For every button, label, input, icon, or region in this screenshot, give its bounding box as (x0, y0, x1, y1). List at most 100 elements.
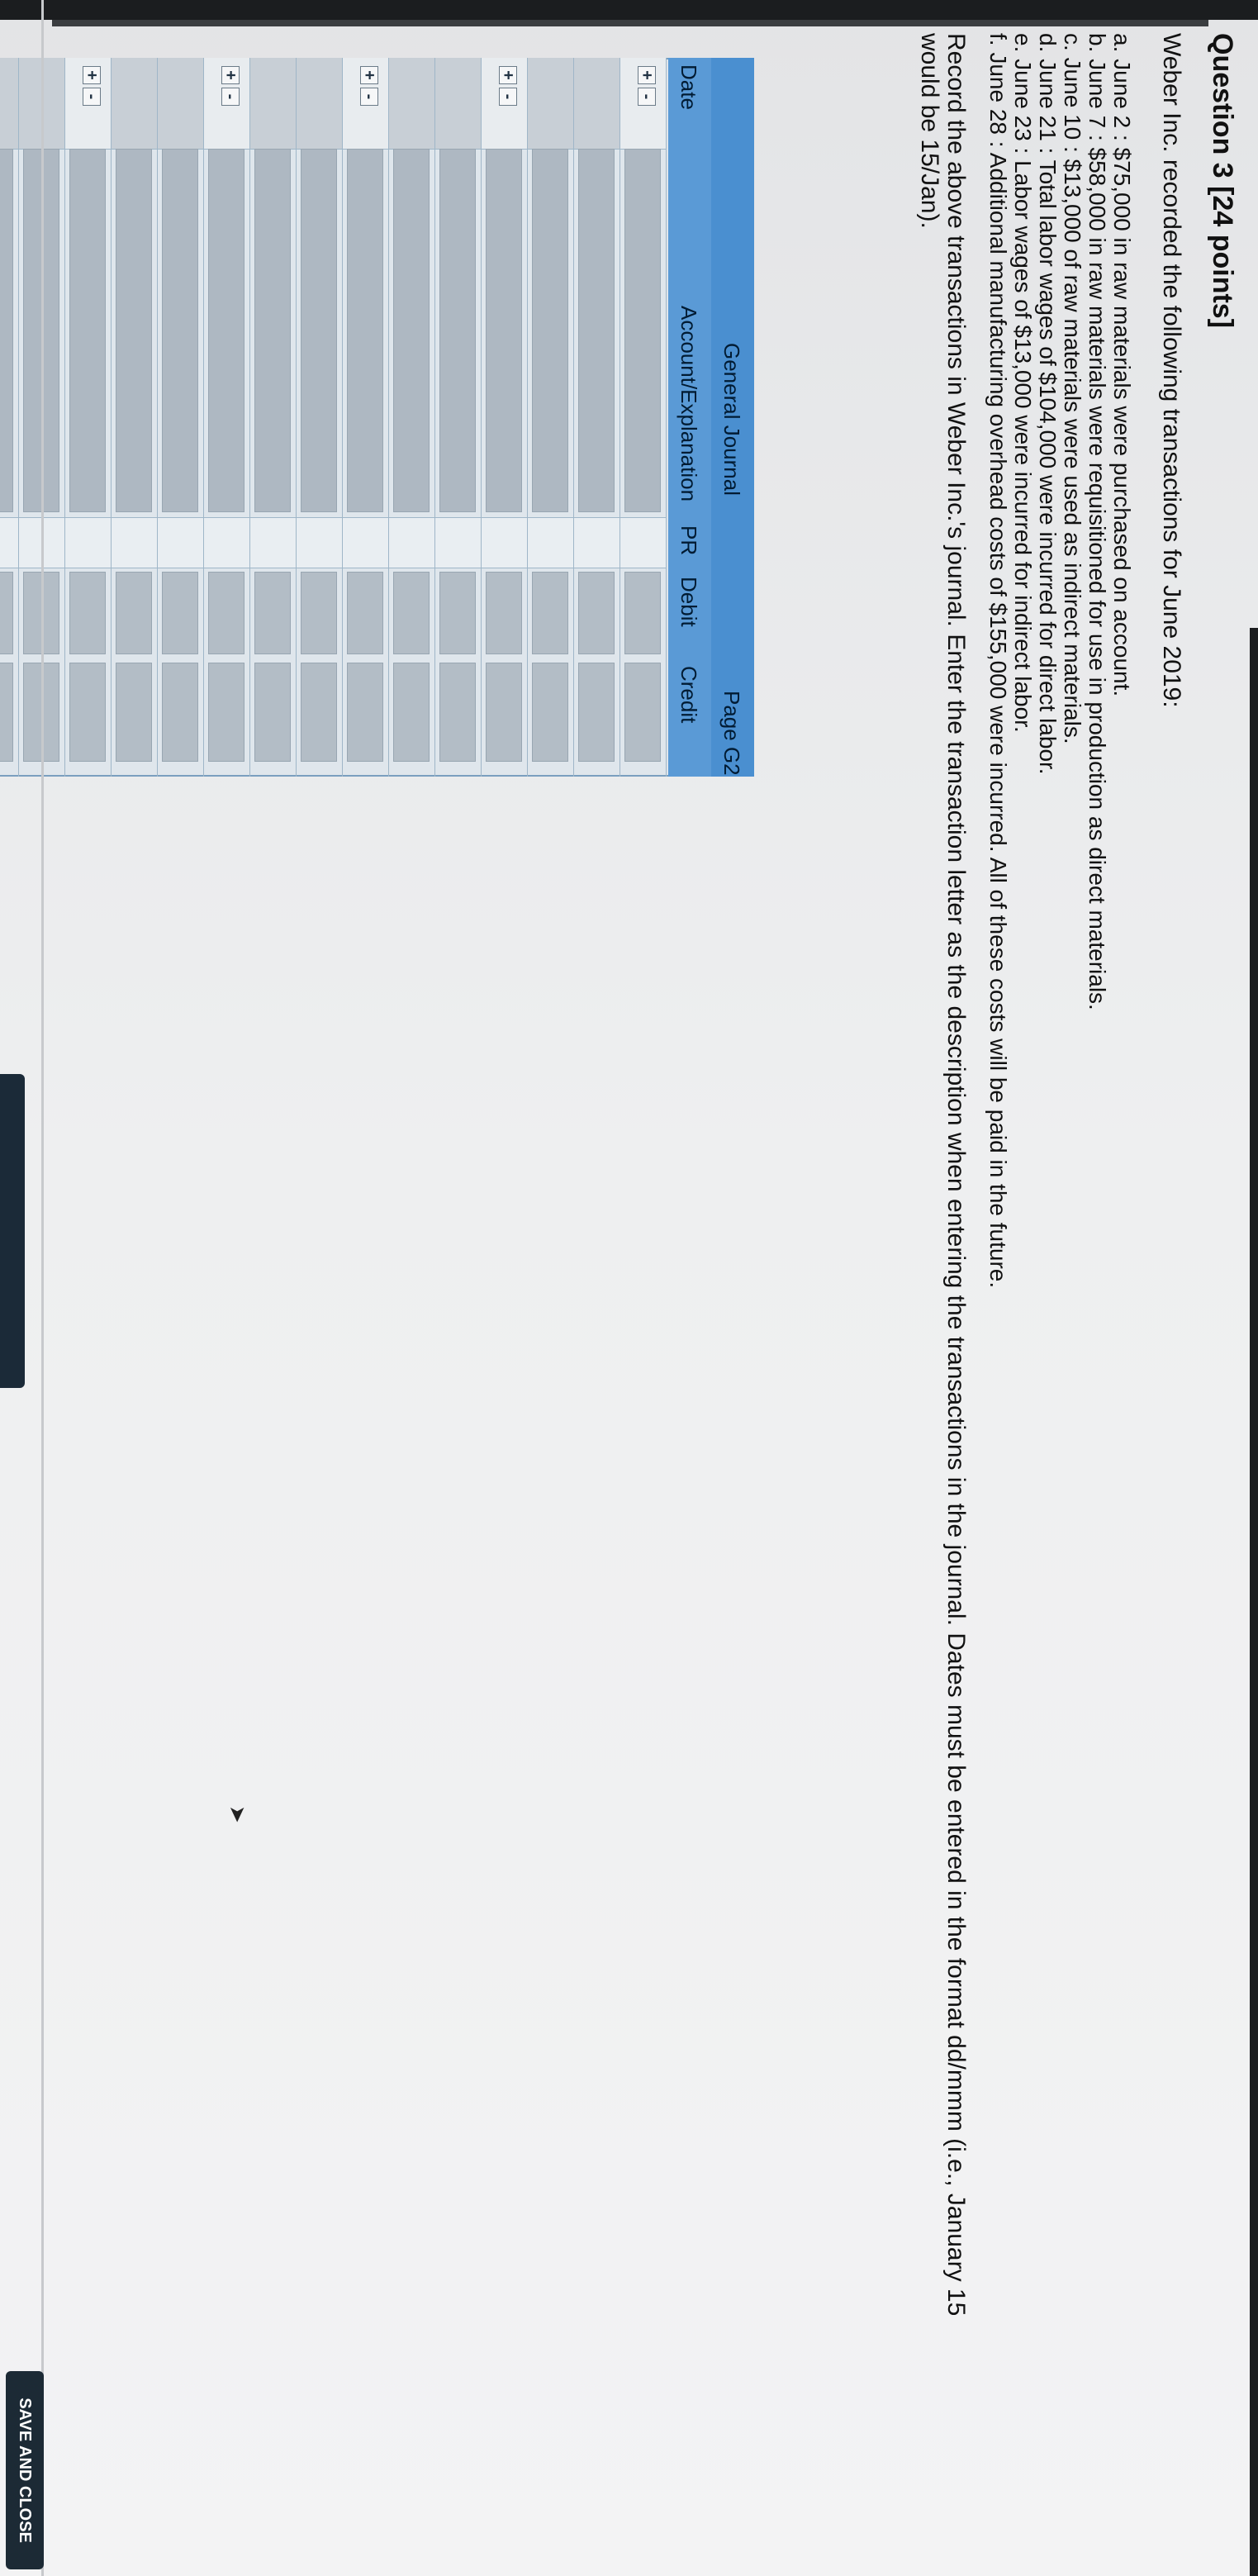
debit-input[interactable] (347, 572, 383, 654)
date-cell: + - (203, 58, 249, 150)
entry-controls: + - (360, 66, 378, 106)
account-input[interactable] (532, 149, 568, 512)
date-cell: + - (481, 58, 527, 150)
journal-row (573, 58, 620, 777)
credit-input[interactable] (301, 663, 337, 762)
remove-row-icon[interactable]: - (360, 88, 378, 106)
credit-input[interactable] (254, 663, 291, 762)
account-input[interactable] (116, 149, 152, 512)
screen: Question 3 [24 points] Weber Inc. record… (0, 0, 1258, 2576)
pr-cell (157, 517, 203, 568)
credit-input[interactable] (393, 663, 430, 762)
debit-input[interactable] (301, 572, 337, 654)
question-title: Question 3 [24 points] (1207, 33, 1238, 329)
debit-input[interactable] (254, 572, 291, 654)
date-cell (111, 58, 157, 150)
instructions: Record the above transactions in Weber I… (916, 33, 970, 2317)
transaction-item: b. June 7 : $58,000 in raw materials wer… (1085, 33, 1110, 1010)
account-input[interactable] (347, 149, 383, 512)
transaction-item: e. June 23 : Labor wages of $13,000 were… (1010, 33, 1036, 733)
account-input[interactable] (439, 149, 476, 512)
transaction-item: d. June 21 : Total labor wages of $104,0… (1035, 33, 1061, 775)
journal-row (388, 58, 435, 777)
account-input[interactable] (301, 149, 337, 512)
add-row-icon[interactable]: + (221, 66, 240, 84)
add-row-icon[interactable]: + (360, 66, 378, 84)
journal-title: General Journal (719, 343, 744, 496)
account-input[interactable] (0, 149, 13, 512)
credit-input[interactable] (486, 663, 522, 762)
account-input[interactable] (624, 149, 661, 512)
journal-row (296, 58, 343, 777)
date-cell: + - (64, 58, 111, 150)
add-row-icon[interactable]: + (83, 66, 101, 84)
remove-row-icon[interactable]: - (499, 88, 517, 106)
account-input[interactable] (254, 149, 291, 512)
bezel-top (1250, 628, 1258, 2576)
pr-cell (434, 517, 481, 568)
journal-title-bar: General Journal Page G2 (711, 58, 754, 777)
credit-input[interactable] (439, 663, 476, 762)
credit-input[interactable] (162, 663, 198, 762)
debit-input[interactable] (116, 572, 152, 654)
date-cell (573, 58, 620, 150)
column-header-debit: Debit (676, 577, 701, 627)
credit-input[interactable] (532, 663, 568, 762)
pr-cell (620, 517, 666, 568)
pr-cell (0, 517, 18, 568)
account-input[interactable] (208, 149, 244, 512)
debit-input[interactable] (624, 572, 661, 654)
journal-column-headers: Date Account/Explanation PR Debit Credit (668, 58, 711, 777)
mouse-cursor-icon: ➤ (225, 1805, 250, 1823)
debit-input[interactable] (532, 572, 568, 654)
pr-cell (64, 517, 111, 568)
journal-row: + - (64, 58, 112, 777)
account-input[interactable] (69, 149, 106, 512)
pr-cell (342, 517, 388, 568)
transaction-item: a. June 2 : $75,000 in raw materials wer… (1109, 33, 1135, 697)
credit-input[interactable] (69, 663, 106, 762)
credit-input[interactable] (116, 663, 152, 762)
pr-cell (111, 517, 157, 568)
debit-input[interactable] (486, 572, 522, 654)
date-cell (249, 58, 296, 150)
debit-input[interactable] (578, 572, 615, 654)
journal-row (157, 58, 204, 777)
remove-row-icon[interactable]: - (638, 88, 656, 106)
column-header-date: Date (676, 64, 701, 110)
account-input[interactable] (486, 149, 522, 512)
date-cell: + - (342, 58, 388, 150)
date-cell: + - (620, 58, 666, 150)
credit-input[interactable] (0, 663, 13, 762)
add-row-icon[interactable]: + (499, 66, 517, 84)
debit-input[interactable] (439, 572, 476, 654)
taskbar-tab (0, 1074, 25, 1388)
general-journal: General Journal Page G2 Date Account/Exp… (0, 58, 754, 777)
credit-input[interactable] (208, 663, 244, 762)
credit-input[interactable] (578, 663, 615, 762)
debit-input[interactable] (69, 572, 106, 654)
credit-input[interactable] (347, 663, 383, 762)
debit-input[interactable] (393, 572, 430, 654)
remove-row-icon[interactable]: - (221, 88, 240, 106)
footer-divider (41, 0, 44, 2576)
debit-input[interactable] (208, 572, 244, 654)
debit-input[interactable] (0, 572, 13, 654)
date-cell (434, 58, 481, 150)
transaction-item: c. June 10 : $13,000 of raw materials we… (1060, 33, 1085, 744)
remove-row-icon[interactable]: - (83, 88, 101, 106)
account-input[interactable] (393, 149, 430, 512)
column-header-pr: PR (676, 525, 701, 556)
credit-input[interactable] (624, 663, 661, 762)
pr-cell (527, 517, 573, 568)
date-cell (527, 58, 573, 150)
add-row-icon[interactable]: + (638, 66, 656, 84)
account-input[interactable] (578, 149, 615, 512)
entry-controls: + - (638, 66, 656, 106)
debit-input[interactable] (162, 572, 198, 654)
save-and-close-button[interactable]: SAVE AND CLOSE (6, 2371, 44, 2569)
journal-page-number: Page G2 (719, 691, 744, 776)
account-input[interactable] (162, 149, 198, 512)
bezel-edge (52, 20, 1208, 26)
journal-row: + - (342, 58, 389, 777)
